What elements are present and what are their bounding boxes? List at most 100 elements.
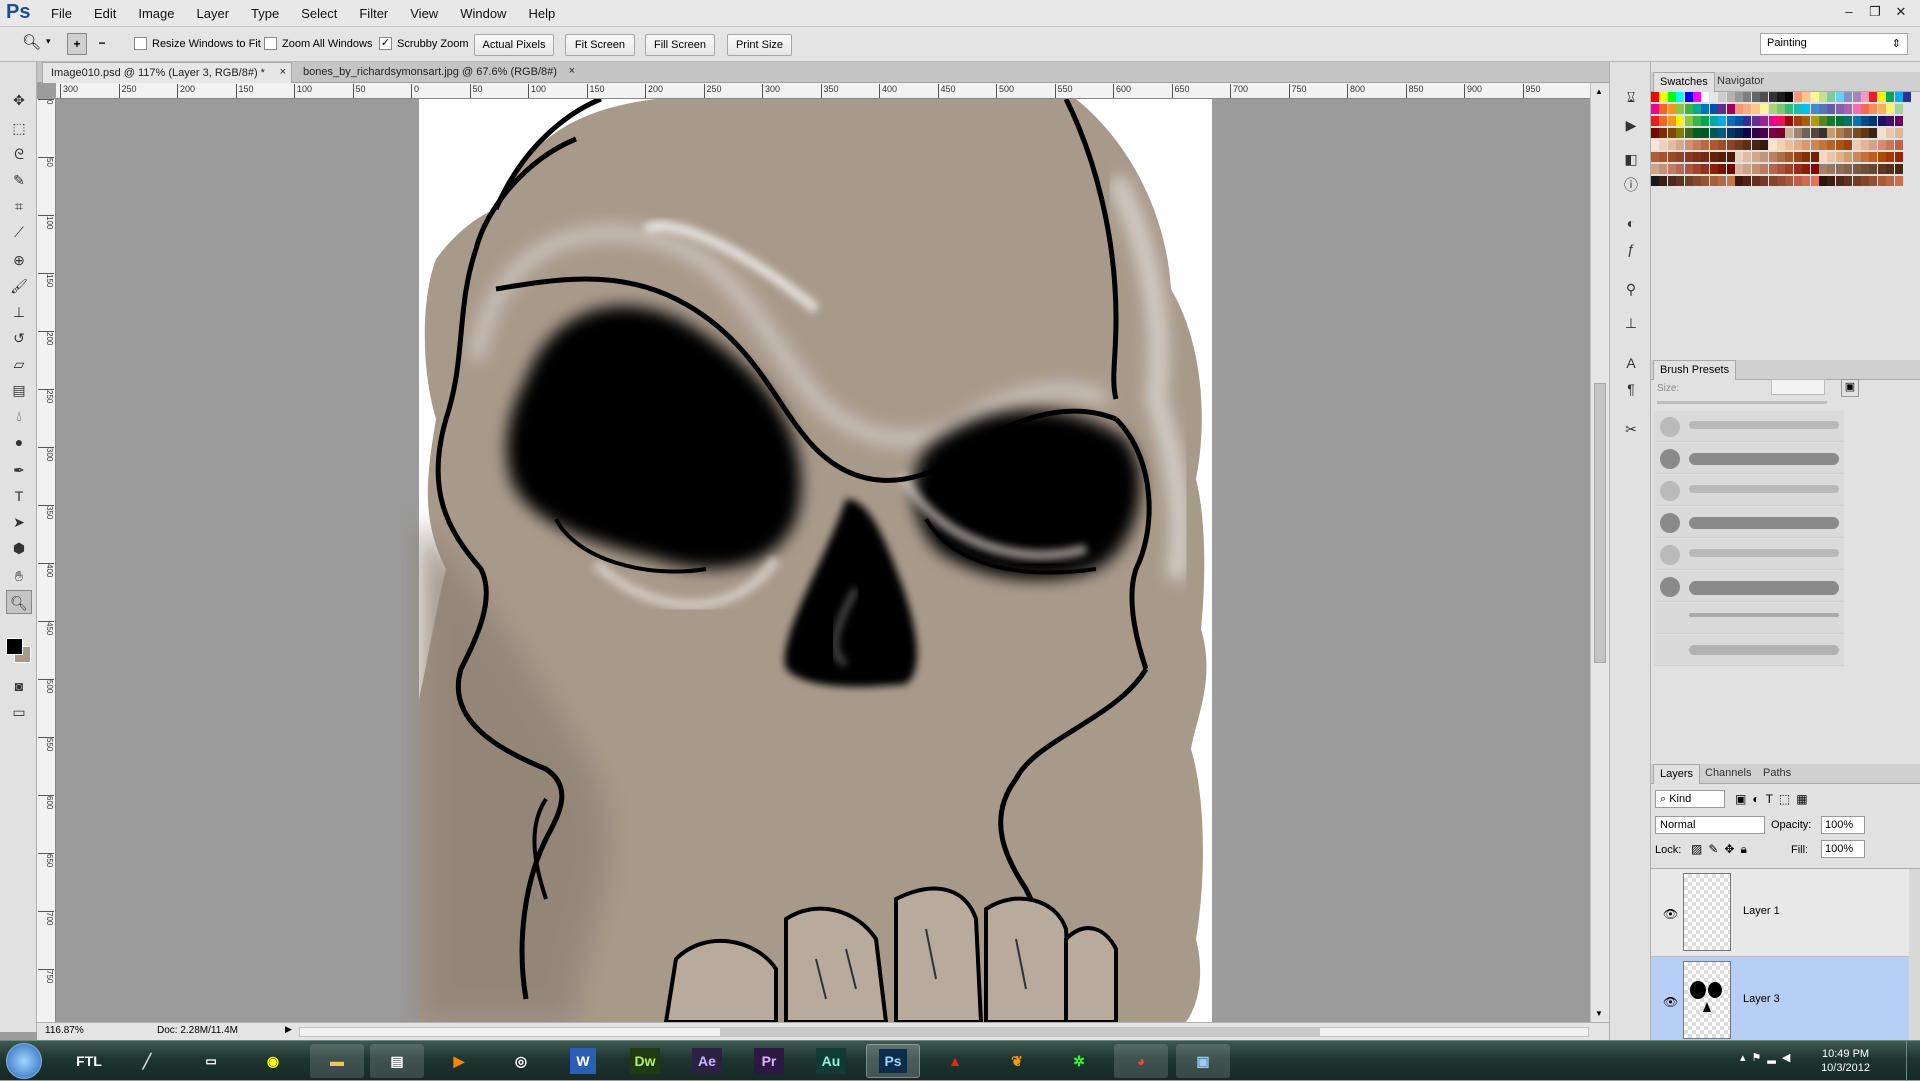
taskbar-app-icon[interactable]: ◉ <box>246 1044 300 1078</box>
minimize-button[interactable]: – <box>1838 2 1860 22</box>
swatch[interactable] <box>1726 176 1735 186</box>
chevron-down-icon[interactable]: ▾ <box>46 36 51 47</box>
swatch[interactable] <box>1743 164 1752 174</box>
swatch[interactable] <box>1810 152 1819 162</box>
opacity-input[interactable]: 100% <box>1821 816 1865 834</box>
swatch[interactable] <box>1735 116 1743 126</box>
swatch[interactable] <box>1760 152 1769 162</box>
swatch[interactable] <box>1651 128 1659 138</box>
swatch[interactable] <box>1768 128 1777 138</box>
swatch[interactable] <box>1751 176 1760 186</box>
swatch[interactable] <box>1827 176 1836 186</box>
swatch[interactable] <box>1718 116 1727 126</box>
swatch[interactable] <box>1768 92 1777 102</box>
swatch[interactable] <box>1827 140 1836 150</box>
swatch[interactable] <box>1861 92 1869 102</box>
swatch[interactable] <box>1659 176 1668 186</box>
taskbar-dreamweaver[interactable]: Dw <box>618 1044 672 1078</box>
swatch[interactable] <box>1777 104 1785 114</box>
swatch[interactable] <box>1718 152 1727 162</box>
artwork[interactable] <box>56 99 1590 1022</box>
swatch[interactable] <box>1785 152 1794 162</box>
swatch[interactable] <box>1793 128 1802 138</box>
swatch[interactable] <box>1726 152 1735 162</box>
swatch[interactable] <box>1743 104 1752 114</box>
swatch[interactable] <box>1701 116 1710 126</box>
swatch[interactable] <box>1735 152 1743 162</box>
kind-filter-select[interactable]: ⌕ Kind <box>1655 790 1725 808</box>
swatch[interactable] <box>1844 128 1853 138</box>
swatch[interactable] <box>1827 152 1836 162</box>
swatch[interactable] <box>1869 164 1878 174</box>
workspace-select[interactable]: Painting ⇕ <box>1760 33 1908 55</box>
swatch[interactable] <box>1684 104 1693 114</box>
swatch[interactable] <box>1684 164 1693 174</box>
layer-comps-icon[interactable]: ◧ <box>1619 148 1643 170</box>
swatch[interactable] <box>1827 116 1836 126</box>
canvas-area[interactable] <box>56 99 1590 1022</box>
swatch[interactable] <box>1693 152 1701 162</box>
menu-type[interactable]: Type <box>240 6 290 21</box>
swatch[interactable] <box>1676 176 1685 186</box>
swatch[interactable] <box>1827 92 1836 102</box>
swatch[interactable] <box>1684 140 1693 150</box>
layer-row-layer1[interactable]: 👁︎ Layer 1 <box>1651 869 1909 957</box>
swatch[interactable] <box>1718 92 1727 102</box>
swatch[interactable] <box>1861 164 1869 174</box>
swatch[interactable] <box>1709 116 1718 126</box>
actions-icon[interactable]: ▶ <box>1619 114 1643 136</box>
brush-preset[interactable] <box>1654 411 1844 442</box>
swatch[interactable] <box>1768 164 1777 174</box>
swatch[interactable] <box>1819 128 1827 138</box>
history-icon[interactable]: ⌛︎ <box>1619 86 1643 108</box>
swatch[interactable] <box>1777 164 1785 174</box>
blend-mode-select[interactable]: Normal <box>1655 816 1765 834</box>
taskbar-audition[interactable]: Au <box>804 1044 858 1078</box>
swatch[interactable] <box>1684 128 1693 138</box>
swatch[interactable] <box>1726 128 1735 138</box>
horizontal-scrollbar[interactable] <box>299 1027 1589 1037</box>
swatch[interactable] <box>1693 128 1701 138</box>
swatch[interactable] <box>1785 116 1794 126</box>
swatch[interactable] <box>1869 140 1878 150</box>
swatch[interactable] <box>1684 116 1693 126</box>
swatch[interactable] <box>1886 128 1895 138</box>
hscroll-thumb[interactable] <box>720 1028 1320 1036</box>
brush-preset[interactable] <box>1654 571 1844 602</box>
taskbar-media-icon[interactable]: ▶ <box>432 1044 486 1078</box>
dodge-tool-icon[interactable]: ● <box>6 430 32 454</box>
show-desktop-button[interactable] <box>1906 1041 1920 1081</box>
swatch[interactable] <box>1886 152 1895 162</box>
swatch[interactable] <box>1819 176 1827 186</box>
swatch[interactable] <box>1827 128 1836 138</box>
scroll-down-icon[interactable]: ▼ <box>1595 1009 1603 1018</box>
swatch[interactable] <box>1827 164 1836 174</box>
paragraph-icon[interactable]: ¶ <box>1619 378 1643 400</box>
tab-swatches[interactable]: Swatches <box>1653 72 1715 92</box>
swatch[interactable] <box>1861 128 1869 138</box>
swatch[interactable] <box>1793 164 1802 174</box>
swatch[interactable] <box>1751 92 1760 102</box>
swatch[interactable] <box>1676 128 1685 138</box>
swatch[interactable] <box>1718 140 1727 150</box>
screen-mode-icon[interactable]: ▭ <box>6 700 32 724</box>
swatch[interactable] <box>1726 140 1735 150</box>
checkbox-box[interactable] <box>264 37 277 50</box>
swatch[interactable] <box>1852 128 1861 138</box>
swatch[interactable] <box>1785 140 1794 150</box>
swatch[interactable] <box>1819 152 1827 162</box>
menu-edit[interactable]: Edit <box>83 6 127 21</box>
swatch[interactable] <box>1869 152 1878 162</box>
swatch[interactable] <box>1659 104 1668 114</box>
brush-preset[interactable] <box>1654 635 1844 666</box>
swatch[interactable] <box>1651 104 1659 114</box>
swatch[interactable] <box>1835 116 1844 126</box>
swatch[interactable] <box>1869 92 1878 102</box>
close-tab-icon[interactable]: × <box>569 65 575 77</box>
swatch[interactable] <box>1693 140 1701 150</box>
swatch[interactable] <box>1735 128 1743 138</box>
swatch[interactable] <box>1751 152 1760 162</box>
swatch[interactable] <box>1861 104 1869 114</box>
swatch[interactable] <box>1777 92 1785 102</box>
swatch[interactable] <box>1810 164 1819 174</box>
